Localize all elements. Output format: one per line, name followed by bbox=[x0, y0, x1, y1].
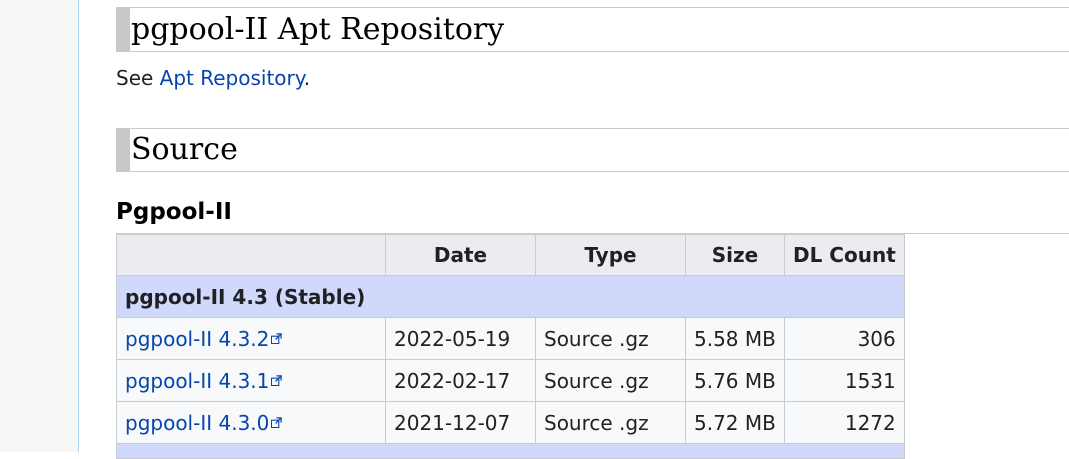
apt-text-suffix: . bbox=[303, 66, 311, 90]
group-label: pgpool-II 4.3 (Stable) bbox=[116, 275, 905, 318]
release-cell: pgpool-II 4.3.1 bbox=[116, 359, 386, 402]
header-type: Type bbox=[535, 234, 686, 276]
table-row: pgpool-II 4.3.2 2022-05-19 Source .gz 5.… bbox=[116, 317, 905, 360]
header-name bbox=[116, 234, 386, 276]
left-sidebar-panel bbox=[0, 0, 79, 452]
apt-repository-heading: pgpool-II Apt Repository bbox=[116, 7, 1069, 52]
size-cell: 5.58 MB bbox=[685, 317, 785, 360]
release-cell: pgpool-II 4.3.2 bbox=[116, 317, 386, 360]
header-date: Date bbox=[385, 234, 536, 276]
header-size: Size bbox=[685, 234, 785, 276]
type-cell: Source .gz bbox=[535, 359, 686, 402]
size-cell: 5.72 MB bbox=[685, 401, 785, 444]
dl-count-cell: 306 bbox=[784, 317, 905, 360]
source-heading: Source bbox=[116, 128, 1069, 172]
date-cell: 2022-02-17 bbox=[385, 359, 536, 402]
release-link[interactable]: pgpool-II 4.3.1 bbox=[125, 369, 283, 393]
group-row: pgpool-II 4.3 (Stable) bbox=[116, 275, 905, 318]
table-row: pgpool-II 4.3.1 2022-02-17 Source .gz 5.… bbox=[116, 359, 905, 402]
release-link[interactable]: pgpool-II 4.3.0 bbox=[125, 411, 283, 435]
source-heading-text: Source bbox=[131, 132, 238, 167]
pgpool-subheading: Pgpool-II bbox=[116, 198, 1069, 234]
table-header-row: Date Type Size DL Count bbox=[116, 234, 905, 276]
pgpool-subheading-text: Pgpool-II bbox=[116, 199, 232, 225]
apt-repository-link[interactable]: Apt Repository bbox=[160, 66, 304, 90]
size-cell: 5.76 MB bbox=[685, 359, 785, 402]
date-cell: 2022-05-19 bbox=[385, 317, 536, 360]
external-link-icon bbox=[271, 416, 283, 428]
external-link-icon bbox=[271, 332, 283, 344]
type-cell: Source .gz bbox=[535, 401, 686, 444]
release-link[interactable]: pgpool-II 4.3.2 bbox=[125, 327, 283, 351]
header-dl-count: DL Count bbox=[784, 234, 905, 276]
main-content: pgpool-II Apt Repository See Apt Reposit… bbox=[116, 0, 1069, 459]
apt-text-prefix: See bbox=[116, 66, 160, 90]
date-cell: 2021-12-07 bbox=[385, 401, 536, 444]
group-row-next bbox=[116, 443, 905, 459]
download-table: Date Type Size DL Count pgpool-II 4.3 (S… bbox=[116, 234, 905, 459]
apt-heading-text: pgpool-II Apt Repository bbox=[131, 12, 505, 47]
heading-accent-bar bbox=[116, 8, 130, 51]
group-label-next bbox=[116, 443, 905, 459]
dl-count-cell: 1531 bbox=[784, 359, 905, 402]
table-row: pgpool-II 4.3.0 2021-12-07 Source .gz 5.… bbox=[116, 401, 905, 444]
apt-paragraph: See Apt Repository. bbox=[116, 66, 310, 90]
release-cell: pgpool-II 4.3.0 bbox=[116, 401, 386, 444]
type-cell: Source .gz bbox=[535, 317, 686, 360]
heading-accent-bar bbox=[116, 129, 130, 171]
dl-count-cell: 1272 bbox=[784, 401, 905, 444]
external-link-icon bbox=[271, 374, 283, 386]
